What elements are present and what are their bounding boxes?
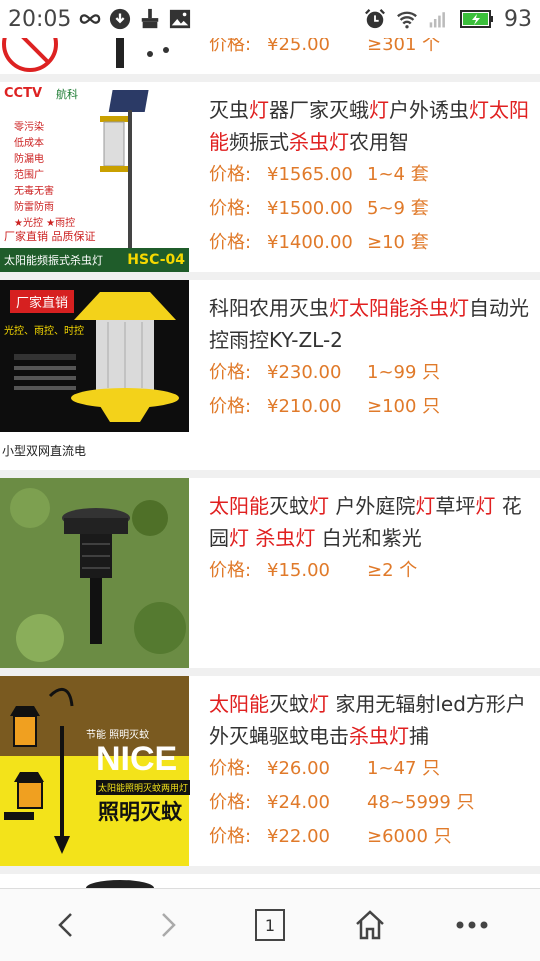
thumb-brand: NICE (96, 740, 178, 778)
image-icon (170, 9, 191, 29)
product-title[interactable]: 太阳能灭蚊灯 户外庭院灯草坪灯 花园灯 杀虫灯 白光和紫光 (209, 490, 530, 554)
keyword-highlight: 灯 (475, 494, 496, 518)
thumb-title: 照明灭蚊 (98, 800, 182, 824)
chevron-left-icon (58, 913, 72, 937)
infinity-icon (80, 14, 101, 24)
home-button[interactable] (348, 903, 392, 947)
wifi-icon (397, 11, 417, 29)
home-icon (356, 910, 384, 940)
thumb-model: HSC-04 (127, 252, 185, 268)
title-text: 白光和紫光 (315, 526, 422, 550)
status-bar: 20:05 93 (0, 0, 540, 38)
product-card[interactable]: CCTV 航科 零污染 低成本 防漏电 范围广 无毒无害 防雷防雨 ★光控 ★雨… (0, 82, 540, 272)
title-text: 灭蚊 (269, 494, 309, 518)
forward-button[interactable] (146, 903, 190, 947)
lantern-illustration (4, 688, 74, 854)
price-row: 价格: ¥25.00 ≥301 个 (209, 38, 441, 55)
signal-icon (429, 12, 445, 28)
no-mosquito-icon (2, 38, 169, 72)
keyword-highlight: 灯 (249, 98, 269, 122)
price-row: 价格: ¥26.00 1~47 只 (209, 758, 441, 779)
price-row: 价格: ¥210.00 ≥100 只 (209, 396, 441, 417)
price-row: 价格: ¥15.00 ≥2 个 (209, 560, 418, 581)
product-title[interactable]: 科阳农用灭虫灯太阳能杀虫灯自动光控雨控KY-ZL-2 (209, 292, 530, 356)
keyword-highlight: 灯 (415, 494, 436, 518)
title-text: 灭蚊 (269, 692, 309, 716)
product-title[interactable]: 太阳能灭蚊灯 家用无辐射led方形户外灭蝇驱蚊电击杀虫灯捕 (209, 688, 530, 752)
title-text: 频振式 (229, 130, 289, 154)
title-text: 草坪 (435, 494, 476, 518)
title-text: 户外庭院 (329, 494, 416, 518)
browser-toolbar: 1 (0, 888, 540, 961)
product-card[interactable] (0, 874, 540, 888)
tab-count: 1 (255, 909, 285, 941)
product-card[interactable]: 太阳能灭蚊灯 户外庭院灯草坪灯 花园灯 杀虫灯 白光和紫光 价格: ¥15.00… (0, 478, 540, 668)
thumb-caption: 小型双网直流电 (0, 432, 191, 470)
tabs-button[interactable]: 1 (248, 903, 292, 947)
price-row: 价格: ¥22.00 ≥6000 只 (209, 826, 452, 847)
keyword-highlight: 杀虫灯 (289, 130, 349, 154)
product-list[interactable]: 价格: ¥25.00 ≥301 个 CCTV 航科 零污染 低成本 防漏电 范围… (0, 38, 540, 888)
price-row: 价格: ¥24.00 48~5999 只 (209, 792, 475, 813)
download-icon (110, 8, 131, 30)
back-button[interactable] (44, 903, 88, 947)
price-list: 价格: ¥230.00 1~99 只 价格: ¥210.00 ≥100 只 (209, 356, 530, 424)
title-text: 科阳农用灭虫 (209, 296, 329, 320)
product-card[interactable]: 厂家直销 光控、雨控、时控 小型双网直流电 科阳农用灭虫灯太阳能杀虫灯自动光控雨… (0, 280, 540, 470)
product-thumbnail (0, 38, 189, 74)
alarm-icon (365, 9, 385, 29)
more-dots-icon (456, 921, 488, 929)
title-text: 户外诱虫 (389, 98, 469, 122)
title-text: 器厂家灭蛾 (269, 98, 369, 122)
title-text: 捕 (409, 724, 429, 748)
product-thumbnail (0, 478, 189, 668)
product-thumbnail: CCTV 航科 零污染 低成本 防漏电 范围广 无毒无害 防雷防雨 ★光控 ★雨… (0, 82, 189, 272)
thumb-caption: 太阳能频振式杀虫灯 (4, 254, 103, 267)
product-thumbnail: 厂家直销 光控、雨控、时控 小型双网直流电 (0, 280, 191, 470)
product-title[interactable]: 灭虫灯器厂家灭蛾灯户外诱虫灯太阳能频振式杀虫灯农用智 (209, 94, 530, 158)
keyword-highlight: 灯太阳能杀虫灯 (329, 296, 469, 320)
broom-icon (142, 8, 159, 29)
garden-lamp-illustration (0, 478, 189, 668)
keyword-highlight: 灯 (309, 494, 329, 518)
keyword-highlight: 太阳能 (209, 494, 269, 518)
product-card[interactable]: 价格: ¥25.00 ≥301 个 (0, 38, 540, 74)
keyword-highlight: 灯 (369, 98, 389, 122)
battery-icon (460, 10, 493, 28)
keyword-highlight: 杀虫灯 (349, 724, 409, 748)
chevron-right-icon (162, 913, 176, 937)
product-thumbnail (0, 874, 189, 888)
product-thumbnail: 节能 照明灭蚊 NICE 太阳能照明灭蚊两用灯 照明灭蚊 (0, 676, 190, 866)
price-list: 价格: ¥1565.00 1~4 套 价格: ¥1500.00 5~9 套 价格… (209, 158, 530, 260)
price-list: 价格: ¥26.00 1~47 只 价格: ¥24.00 48~5999 只 价… (209, 752, 530, 854)
status-time: 20:05 (8, 6, 72, 32)
price-row: 价格: ¥1565.00 1~4 套 (209, 164, 429, 185)
price-row: 价格: ¥1500.00 5~9 套 (209, 198, 429, 219)
title-text: 农用智 (349, 130, 409, 154)
keyword-highlight: 灯 (309, 692, 329, 716)
price-row: 价格: ¥1400.00 ≥10 套 (209, 232, 429, 253)
keyword-highlight: 杀虫灯 (255, 526, 316, 550)
battery-percent: 93 (504, 6, 532, 32)
title-text: 灭虫 (209, 98, 249, 122)
product-card[interactable]: 节能 照明灭蚊 NICE 太阳能照明灭蚊两用灯 照明灭蚊 太阳能灭蚊灯 家用无辐… (0, 676, 540, 866)
keyword-highlight: 太阳能 (209, 692, 269, 716)
keyword-highlight: 灯 (229, 526, 249, 550)
more-menu-button[interactable] (450, 903, 494, 947)
price-row: 价格: ¥230.00 1~99 只 (209, 362, 441, 383)
price-list: 价格: ¥15.00 ≥2 个 (209, 554, 530, 588)
